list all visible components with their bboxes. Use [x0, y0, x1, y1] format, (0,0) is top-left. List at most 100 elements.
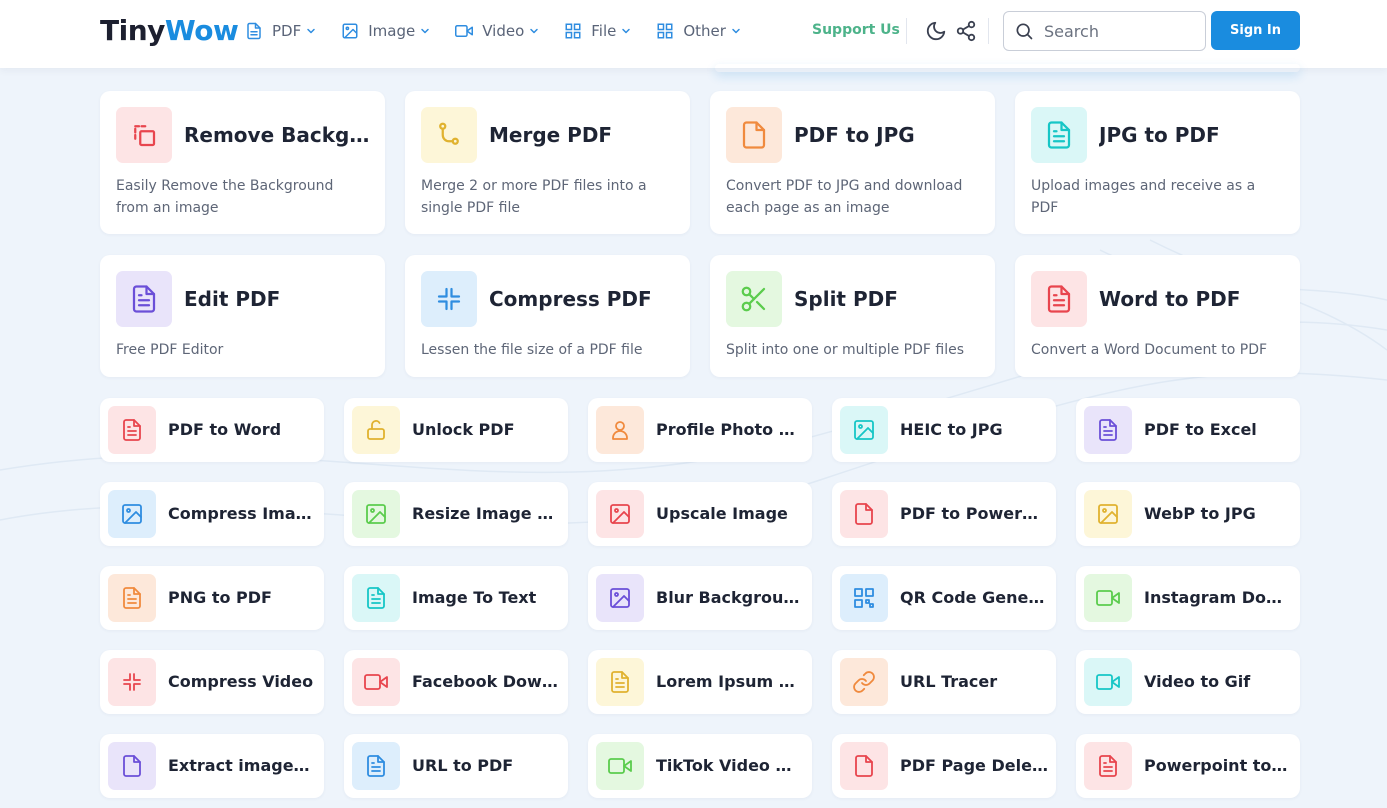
tool-icon-tile	[1084, 658, 1132, 706]
tool-icon-tile	[352, 742, 400, 790]
tool-title: Merge PDF	[489, 123, 613, 147]
tool-title: PDF to JPG	[794, 123, 915, 147]
tool-card[interactable]: PDF Page Deleter	[832, 734, 1056, 798]
featured-tool-card[interactable]: Edit PDF Free PDF Editor	[100, 255, 385, 377]
tool-icon-tile	[596, 658, 644, 706]
tool-card[interactable]: HEIC to JPG	[832, 398, 1056, 462]
tool-card[interactable]: Image To Text	[344, 566, 568, 630]
tool-card[interactable]: WebP to JPG	[1076, 482, 1300, 546]
tool-card[interactable]: Profile Photo Maker	[588, 398, 812, 462]
tool-card[interactable]: Upscale Image	[588, 482, 812, 546]
tool-card[interactable]: Compress Image	[100, 482, 324, 546]
nav-label: Other	[683, 22, 726, 40]
share-icon	[956, 20, 976, 42]
tool-icon-tile	[108, 406, 156, 454]
tool-title: Compress Image	[168, 504, 316, 523]
tool-title: Word to PDF	[1099, 287, 1241, 311]
search-box[interactable]	[1003, 11, 1206, 51]
tool-card[interactable]: Extract images PDF	[100, 734, 324, 798]
tool-card[interactable]: PNG to PDF	[100, 566, 324, 630]
search-input[interactable]	[1044, 21, 1194, 41]
featured-tool-card[interactable]: Remove Background Easily Remove the Backg…	[100, 91, 385, 234]
tool-card[interactable]: QR Code Generator	[832, 566, 1056, 630]
tool-card[interactable]: Powerpoint to PDF	[1076, 734, 1300, 798]
tool-icon-tile	[108, 658, 156, 706]
logo-text-wow: Wow	[164, 14, 239, 47]
tool-card[interactable]: Compress Video	[100, 650, 324, 714]
scissors-icon	[741, 286, 766, 312]
tool-icon-tile	[596, 406, 644, 454]
support-us-link[interactable]: Support Us	[812, 22, 900, 38]
image-icon	[366, 504, 386, 524]
file-text-icon	[611, 671, 629, 693]
sign-in-button[interactable]: Sign In	[1211, 11, 1300, 50]
image-icon	[610, 504, 630, 524]
featured-tool-card[interactable]: Merge PDF Merge 2 or more PDF files into …	[405, 91, 690, 234]
dark-mode-toggle[interactable]	[924, 18, 948, 44]
tool-icon-tile	[596, 574, 644, 622]
tool-card[interactable]: PDF to Word	[100, 398, 324, 462]
featured-tool-card[interactable]: Split PDF Split into one or multiple PDF …	[710, 255, 995, 377]
tool-description: Lessen the file size of a PDF file	[421, 342, 643, 358]
tool-card[interactable]: TikTok Video Downloader	[588, 734, 812, 798]
logo[interactable]: TinyWow	[100, 14, 239, 47]
file-icon	[855, 755, 873, 777]
tool-title: Split PDF	[794, 287, 898, 311]
tool-card[interactable]: Video to Gif	[1076, 650, 1300, 714]
tool-icon-tile	[596, 490, 644, 538]
chevron-down-icon	[307, 28, 315, 34]
featured-tool-card[interactable]: JPG to PDF Upload images and receive as a…	[1015, 91, 1300, 234]
nav-file[interactable]: File	[563, 21, 632, 41]
file-text-icon	[367, 755, 385, 777]
tool-icon-tile	[1031, 107, 1087, 163]
nav-label: File	[591, 22, 617, 40]
tool-description: Convert PDF to JPG and download each pag…	[726, 178, 963, 216]
top-header: TinyWow PDF Image Video File Other Suppo…	[0, 0, 1387, 68]
tool-card[interactable]: Lorem Ipsum Generator	[588, 650, 812, 714]
file-text-icon	[367, 587, 385, 609]
tool-title: Edit PDF	[184, 287, 281, 311]
tool-card[interactable]: URL Tracer	[832, 650, 1056, 714]
tool-icon-tile	[1084, 490, 1132, 538]
merge-icon	[439, 122, 459, 145]
tool-title: WebP to JPG	[1144, 504, 1256, 523]
featured-tool-card[interactable]: Word to PDF Convert a Word Document to PD…	[1015, 255, 1300, 377]
share-button[interactable]	[954, 18, 978, 44]
tool-card[interactable]: URL to PDF	[344, 734, 568, 798]
chevron-down-icon	[622, 28, 631, 34]
nav-pdf[interactable]: PDF	[244, 21, 317, 41]
tool-title: Remove Background	[184, 123, 374, 147]
tool-title: Blur Background Image	[656, 588, 804, 607]
tool-icon-tile	[108, 490, 156, 538]
tool-title: QR Code Generator	[900, 588, 1048, 607]
tool-title: Lorem Ipsum Generator	[656, 672, 804, 691]
tool-card[interactable]: Instagram Downloader	[1076, 566, 1300, 630]
tool-card[interactable]: Facebook Downloader	[344, 650, 568, 714]
featured-tool-card[interactable]: PDF to JPG Convert PDF to JPG and downloa…	[710, 91, 995, 234]
file-text-icon	[1047, 121, 1071, 149]
tool-title: PDF to Powerpoint	[900, 504, 1048, 523]
main-nav: PDF Image Video File Other	[244, 20, 765, 42]
nav-other[interactable]: Other	[655, 21, 742, 41]
nav-image[interactable]: Image	[340, 21, 431, 41]
tool-icon-tile	[352, 574, 400, 622]
tool-icon-tile	[840, 490, 888, 538]
tool-card[interactable]: Resize Image Dimensions	[344, 482, 568, 546]
file-icon	[742, 121, 766, 149]
tool-card[interactable]: Blur Background Image	[588, 566, 812, 630]
video-icon	[454, 21, 474, 41]
tool-icon-tile	[840, 742, 888, 790]
tool-icon-tile	[840, 658, 888, 706]
featured-tool-card[interactable]: Compress PDF Lessen the file size of a PD…	[405, 255, 690, 377]
tool-icon-tile	[116, 107, 172, 163]
chevron-down-icon	[732, 28, 740, 34]
file-text-icon	[123, 419, 141, 441]
tool-card[interactable]: PDF to Excel	[1076, 398, 1300, 462]
nav-video[interactable]: Video	[454, 21, 540, 41]
tool-description: Split into one or multiple PDF files	[726, 342, 964, 358]
tool-description: Upload images and receive as a PDF	[1031, 178, 1256, 216]
chevron-down-icon	[421, 28, 429, 34]
tool-icon-tile	[421, 271, 477, 327]
tool-card[interactable]: Unlock PDF	[344, 398, 568, 462]
tool-card[interactable]: PDF to Powerpoint	[832, 482, 1056, 546]
